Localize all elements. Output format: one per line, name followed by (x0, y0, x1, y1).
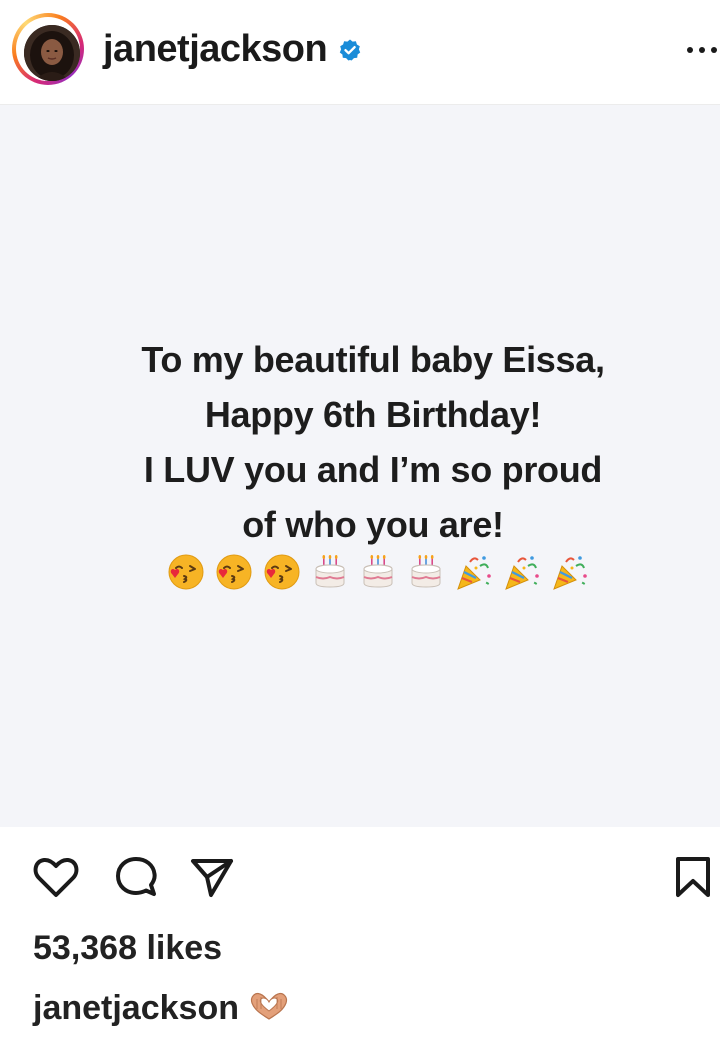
post-text-line: To my beautiful baby Eissa, (141, 339, 605, 380)
instagram-post: janetjackson To my beautiful baby Eissa,… (0, 0, 720, 1042)
avatar[interactable] (24, 25, 80, 81)
share-icon[interactable] (189, 855, 235, 899)
bookmark-icon[interactable] (673, 855, 713, 899)
verified-badge-icon (339, 39, 361, 61)
post-text-line: Happy 6th Birthday! (204, 394, 542, 435)
caption-username[interactable]: janetjackson (33, 989, 239, 1027)
party-popper-icon (553, 556, 587, 590)
story-ring[interactable] (12, 13, 84, 85)
post-image[interactable]: To my beautiful baby Eissa, Happy 6th Bi… (0, 105, 720, 827)
more-options-icon[interactable] (684, 40, 720, 60)
header-username[interactable]: janetjackson (103, 26, 328, 72)
kissing-face-with-heart-icon (264, 554, 300, 590)
comment-icon[interactable] (114, 855, 158, 899)
likes-count[interactable]: 53,368 likes (33, 926, 222, 970)
avatar-photo (24, 25, 80, 81)
emoji-row (166, 552, 596, 600)
post-text-line: I LUV you and I’m so proud (143, 449, 603, 490)
kissing-face-with-heart-icon (216, 554, 252, 590)
birthday-cake-icon (363, 555, 393, 588)
post-header: janetjackson (0, 0, 720, 105)
birthday-cake-icon (411, 555, 441, 588)
kissing-face-with-heart-icon (168, 554, 204, 590)
heart-icon[interactable] (33, 855, 79, 899)
birthday-cake-icon (315, 555, 345, 588)
post-text-line: of who you are! (242, 504, 504, 545)
caption: janetjackson (33, 986, 289, 1030)
heart-hands-icon (250, 992, 288, 1020)
party-popper-icon (505, 556, 539, 590)
party-popper-icon (457, 556, 491, 590)
post-message: To my beautiful baby Eissa, Happy 6th Bi… (0, 332, 720, 552)
